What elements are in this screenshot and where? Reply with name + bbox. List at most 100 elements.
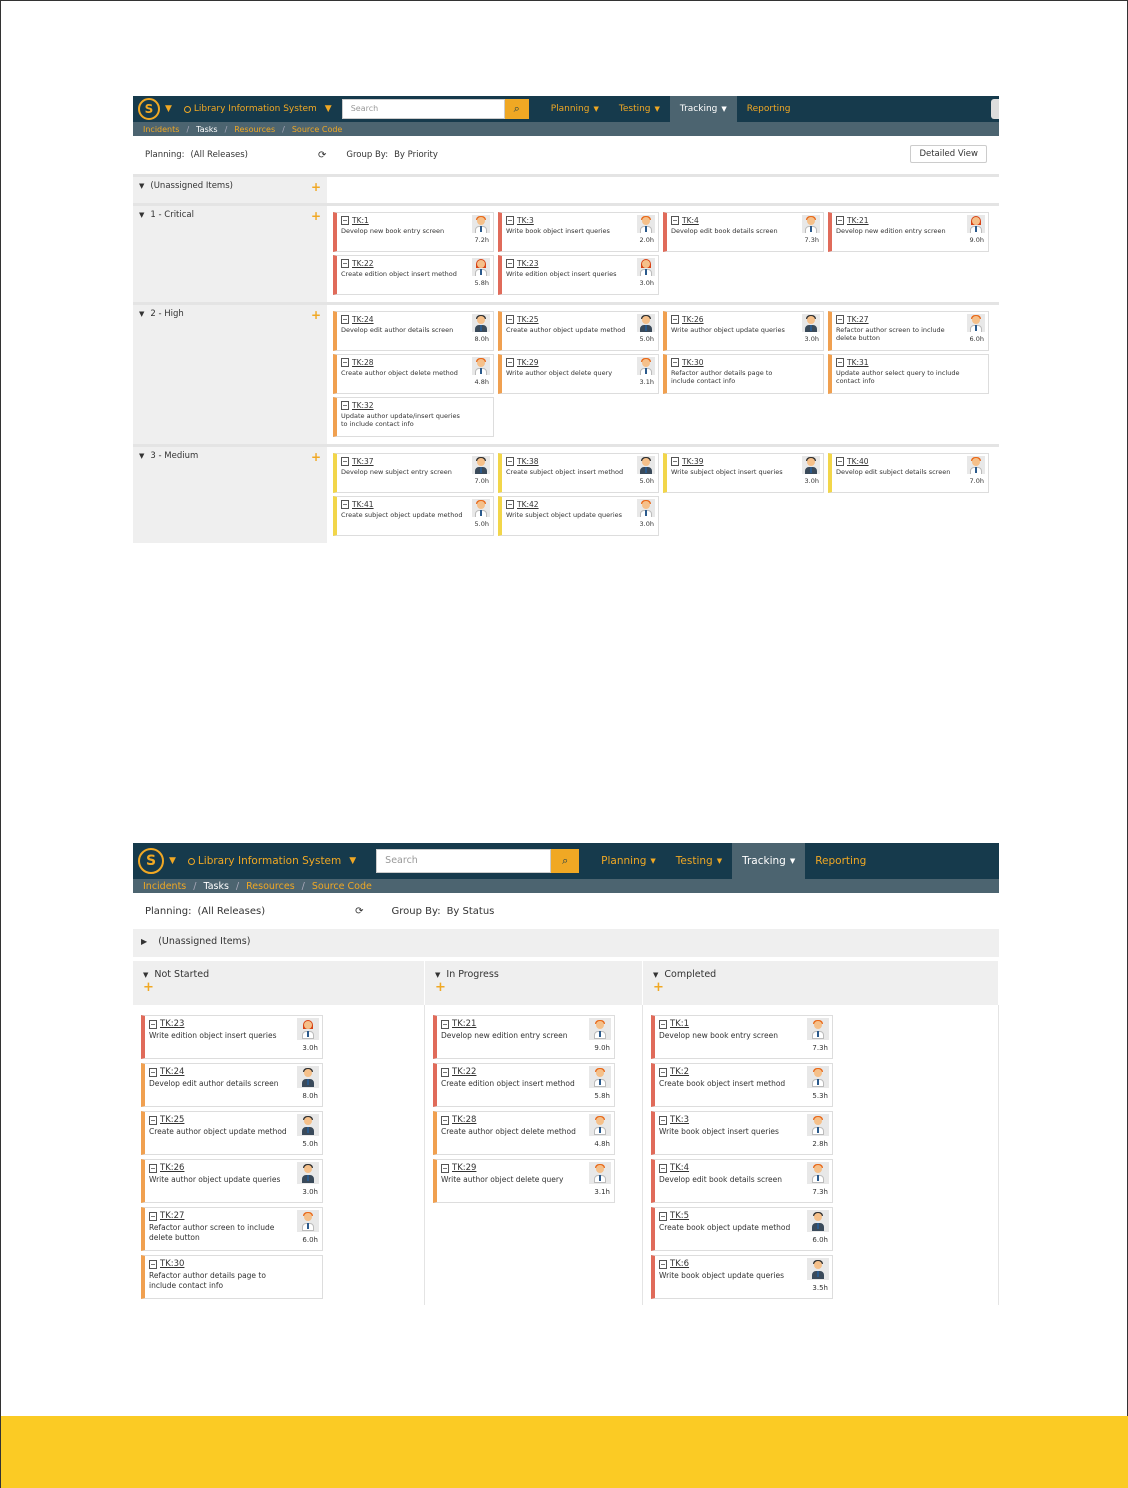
task-id[interactable]: TK:22 [441, 1067, 610, 1077]
avatar[interactable] [802, 314, 820, 332]
menu-tracking[interactable]: Tracking ▼ [732, 843, 806, 879]
collapse-arrow-icon[interactable]: ▼ [143, 971, 148, 979]
task-id-link[interactable]: TK:26 [160, 1163, 184, 1173]
menu-planning[interactable]: Planning ▼ [591, 843, 666, 879]
chevron-down-icon[interactable]: ▼ [165, 104, 172, 114]
collapse-arrow-icon[interactable]: ▼ [139, 310, 144, 318]
task-id-link[interactable]: TK:4 [682, 216, 699, 225]
task-id-link[interactable]: TK:28 [452, 1115, 476, 1125]
task-id-link[interactable]: TK:27 [160, 1211, 184, 1221]
menu-reporting[interactable]: Reporting [805, 843, 876, 879]
task-card[interactable]: TK:3 Write book object insert queries 2.0h [498, 212, 659, 252]
task-id[interactable]: TK:37 [341, 457, 489, 466]
task-id-link[interactable]: TK:3 [670, 1115, 689, 1125]
search-input[interactable]: Search [376, 849, 552, 873]
task-id-link[interactable]: TK:2 [670, 1067, 689, 1077]
task-card[interactable]: TK:26 Write author object update queries 3… [141, 1159, 323, 1203]
task-card[interactable]: TK:4 Develop edit book details screen 7.3h [663, 212, 824, 252]
task-id-link[interactable]: TK:4 [670, 1163, 689, 1173]
task-id[interactable]: TK:26 [149, 1163, 318, 1173]
task-id-link[interactable]: TK:38 [517, 457, 539, 466]
task-id[interactable]: TK:27 [836, 315, 984, 324]
task-id-link[interactable]: TK:41 [352, 500, 374, 509]
task-id-link[interactable]: TK:25 [160, 1115, 184, 1125]
user-menu-button[interactable] [991, 99, 999, 119]
breadcrumb-tasks[interactable]: Tasks [196, 125, 217, 134]
task-card[interactable]: TK:26 Write author object update queries 3… [663, 311, 824, 351]
avatar[interactable] [297, 1066, 319, 1088]
status-header[interactable]: ▼ Completed + [643, 961, 999, 1005]
task-card[interactable]: TK:24 Develop edit author details screen 8… [141, 1063, 323, 1107]
task-id-link[interactable]: TK:6 [670, 1259, 689, 1269]
task-card[interactable]: TK:21 Develop new edition entry screen 9.0… [433, 1015, 615, 1059]
avatar[interactable] [297, 1114, 319, 1136]
task-id-link[interactable]: TK:40 [847, 457, 869, 466]
group-by-select[interactable]: By Status [447, 906, 495, 917]
avatar[interactable] [472, 215, 490, 233]
task-id-link[interactable]: TK:21 [847, 216, 869, 225]
avatar[interactable] [297, 1210, 319, 1232]
task-card[interactable]: TK:22 Create edition object insert method… [433, 1063, 615, 1107]
task-id-link[interactable]: TK:39 [682, 457, 704, 466]
add-task-icon[interactable]: + [435, 980, 632, 995]
avatar[interactable] [297, 1018, 319, 1040]
collapse-arrow-icon[interactable]: ▼ [139, 452, 144, 460]
task-id-link[interactable]: TK:21 [452, 1019, 476, 1029]
task-card[interactable]: TK:30 Refactor author details page to inc… [663, 354, 824, 394]
add-task-icon[interactable]: + [653, 980, 988, 995]
task-id-link[interactable]: TK:23 [517, 259, 539, 268]
task-id[interactable]: TK:5 [659, 1211, 828, 1221]
avatar[interactable] [472, 258, 490, 276]
collapse-arrow-icon[interactable]: ▼ [139, 211, 144, 219]
task-id-link[interactable]: TK:30 [160, 1259, 184, 1269]
avatar[interactable] [807, 1210, 829, 1232]
task-id[interactable]: TK:30 [149, 1259, 318, 1269]
task-card[interactable]: TK:31 Update author select query to inclu… [828, 354, 989, 394]
task-id-link[interactable]: TK:22 [352, 259, 374, 268]
task-id-link[interactable]: TK:28 [352, 358, 374, 367]
avatar[interactable] [472, 499, 490, 517]
task-id[interactable]: TK:3 [659, 1115, 828, 1125]
status-header[interactable]: ▼ In Progress + [425, 961, 643, 1005]
task-card[interactable]: TK:30 Refactor author details page to inc… [141, 1255, 323, 1299]
task-id-link[interactable]: TK:30 [682, 358, 704, 367]
task-card[interactable]: TK:25 Create author object update method 5… [141, 1111, 323, 1155]
avatar[interactable] [472, 456, 490, 474]
task-id-link[interactable]: TK:31 [847, 358, 869, 367]
task-id[interactable]: TK:38 [506, 457, 654, 466]
task-id[interactable]: TK:26 [671, 315, 819, 324]
task-id[interactable]: TK:4 [671, 216, 819, 225]
task-id-link[interactable]: TK:1 [670, 1019, 689, 1029]
avatar[interactable] [472, 314, 490, 332]
planning-select[interactable]: (All Releases) [190, 150, 248, 160]
add-task-icon[interactable]: + [311, 450, 321, 464]
task-id[interactable]: TK:6 [659, 1259, 828, 1269]
task-id-link[interactable]: TK:29 [517, 358, 539, 367]
menu-testing[interactable]: Testing ▼ [609, 96, 670, 122]
avatar[interactable] [589, 1018, 611, 1040]
avatar[interactable] [589, 1162, 611, 1184]
task-id-link[interactable]: TK:3 [517, 216, 534, 225]
add-task-icon[interactable]: + [311, 209, 321, 223]
task-card[interactable]: TK:6 Write book object update queries 3.5h [651, 1255, 833, 1299]
search-input[interactable]: Search [341, 99, 505, 119]
task-card[interactable]: TK:23 Write edition object insert queries… [498, 255, 659, 295]
task-card[interactable]: TK:42 Write subject object update queries… [498, 496, 659, 536]
menu-testing[interactable]: Testing ▼ [666, 843, 732, 879]
collapse-arrow-icon[interactable]: ▼ [653, 971, 658, 979]
task-id-link[interactable]: TK:37 [352, 457, 374, 466]
task-id-link[interactable]: TK:24 [352, 315, 374, 324]
search-button[interactable]: ⌕ [504, 99, 529, 119]
task-card[interactable]: TK:22 Create edition object insert method… [333, 255, 494, 295]
task-card[interactable]: TK:29 Write author object delete query 3.1… [498, 354, 659, 394]
avatar[interactable] [807, 1162, 829, 1184]
chevron-down-icon[interactable]: ▼ [169, 856, 176, 866]
task-card[interactable]: TK:1 Develop new book entry screen 7.2h [333, 212, 494, 252]
add-task-icon[interactable]: + [311, 308, 321, 322]
task-card[interactable]: TK:1 Develop new book entry screen 7.3h [651, 1015, 833, 1059]
task-id-link[interactable]: TK:22 [452, 1067, 476, 1077]
breadcrumb-source-code[interactable]: Source Code [292, 125, 343, 134]
task-card[interactable]: TK:32 Update author update/insert queries… [333, 397, 494, 437]
task-id[interactable]: TK:29 [441, 1163, 610, 1173]
task-id[interactable]: TK:29 [506, 358, 654, 367]
